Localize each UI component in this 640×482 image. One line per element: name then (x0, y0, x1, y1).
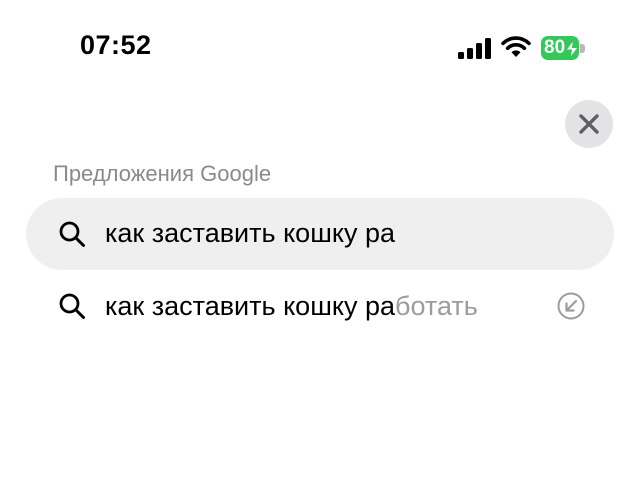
suggestion-completion-part: ботать (395, 291, 478, 321)
close-button[interactable] (565, 100, 613, 148)
close-icon (579, 114, 599, 134)
search-suggestions-screen: 07:52 80 Предложения Google как заставит… (0, 0, 640, 482)
battery-cap (580, 44, 585, 53)
status-time: 07:52 (80, 30, 152, 60)
wifi-icon (501, 36, 531, 57)
search-icon (59, 293, 85, 319)
suggestion-item[interactable]: как заставить кошку работать (26, 280, 614, 334)
suggestion-text: как заставить кошку работать (105, 291, 478, 322)
fill-query-arrow-icon[interactable] (556, 291, 586, 321)
cellular-signal-icon (458, 37, 492, 59)
search-icon (59, 221, 85, 247)
search-query-text[interactable]: как заставить кошку ра (105, 218, 395, 249)
suggestion-typed-part: как заставить кошку ра (105, 291, 396, 321)
search-field[interactable]: как заставить кошку ра (26, 198, 614, 270)
suggestions-header: Предложения Google (53, 161, 272, 186)
battery-charging-icon (565, 40, 579, 58)
